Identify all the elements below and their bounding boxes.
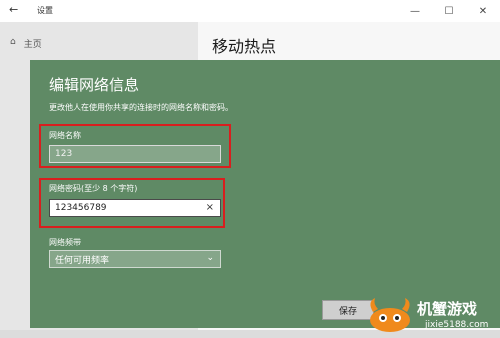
- sidebar-item-home[interactable]: ⌂ 主页: [10, 37, 42, 50]
- app-title: 设置: [37, 6, 53, 15]
- maximize-button[interactable]: ☐: [432, 0, 466, 22]
- edit-network-dialog: 编辑网络信息 更改他人在使用你共享的连接时的网络名称和密码。 网络名称 123 …: [30, 60, 500, 328]
- network-name-value: 123: [55, 149, 73, 159]
- window-controls: — ☐ ✕: [398, 0, 500, 22]
- network-name-label: 网络名称: [49, 131, 81, 140]
- watermark-site: jixie5188.com: [425, 320, 489, 330]
- network-password-value: 123456789: [55, 203, 107, 213]
- crab-logo-icon: [370, 298, 410, 332]
- dialog-title: 编辑网络信息: [49, 76, 140, 94]
- page-title: 移动热点: [212, 37, 277, 56]
- network-password-label: 网络密码(至少 8 个字符): [49, 184, 138, 193]
- sidebar-item-label: 主页: [23, 40, 42, 50]
- watermark-brand: 机蟹游戏: [417, 300, 478, 318]
- minimize-button[interactable]: —: [398, 0, 432, 22]
- network-band-value: 任何可用频率: [55, 255, 110, 266]
- window-titlebar: ← 设置 — ☐ ✕: [0, 0, 500, 22]
- home-icon: ⌂: [10, 37, 16, 47]
- back-arrow-icon[interactable]: ←: [9, 3, 18, 16]
- network-password-field[interactable]: 123456789 ×: [49, 199, 221, 217]
- clear-icon[interactable]: ×: [206, 202, 214, 213]
- network-band-label: 网络频带: [49, 238, 81, 247]
- network-name-field[interactable]: 123: [49, 145, 221, 163]
- dialog-description: 更改他人在使用你共享的连接时的网络名称和密码。: [49, 103, 233, 112]
- chevron-down-icon: ⌄: [206, 253, 214, 263]
- close-button[interactable]: ✕: [466, 0, 500, 22]
- network-band-select[interactable]: 任何可用频率 ⌄: [49, 250, 221, 268]
- watermark: 机蟹游戏 jixie5188.com: [363, 294, 500, 338]
